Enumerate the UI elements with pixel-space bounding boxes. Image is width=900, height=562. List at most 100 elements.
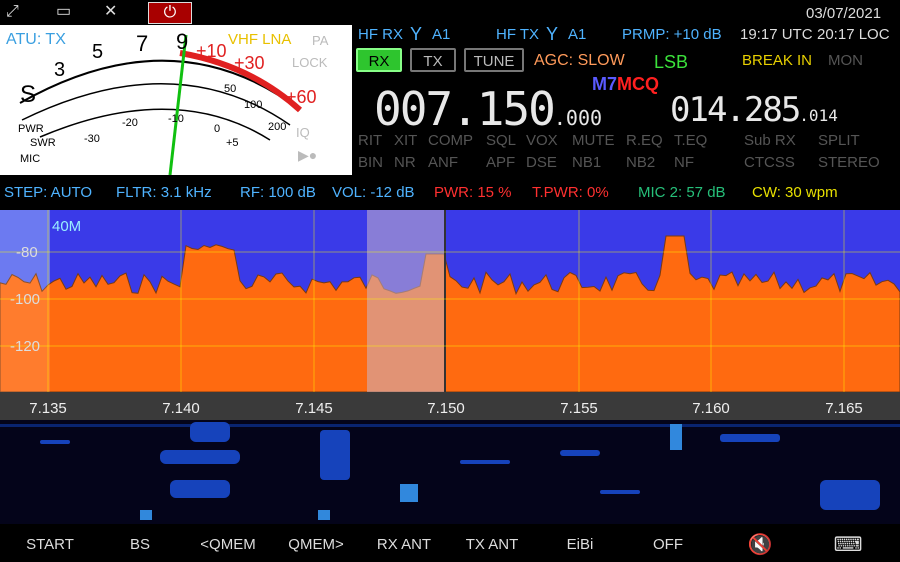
function-mute-button[interactable]: MUTE	[572, 132, 615, 149]
hf-tx-label[interactable]: HF TX	[496, 26, 539, 43]
agc-status[interactable]: AGC: SLOW	[534, 52, 625, 70]
sub-frequency[interactable]: 014.285.014	[670, 90, 838, 130]
alc-scale-200: 200	[268, 121, 287, 133]
freq-tick: 7.150	[427, 400, 465, 417]
pwr-label: PWR	[18, 123, 44, 135]
power-button[interactable]: ⏻	[148, 2, 192, 24]
qmem-next-button[interactable]: QMEM>	[288, 536, 343, 553]
monitor-icon[interactable]: ▭	[56, 4, 71, 20]
function-nf-button[interactable]: NF	[674, 154, 694, 171]
bs-button[interactable]: BS	[130, 536, 150, 553]
main-frequency[interactable]: 007.150.000	[374, 82, 602, 136]
mic-gain-status[interactable]: MIC 2: 57 dB	[638, 184, 726, 201]
break-in-button[interactable]: BREAK IN	[742, 52, 812, 69]
rx-button[interactable]: RX	[356, 48, 402, 72]
pa-label[interactable]: PA	[312, 33, 328, 48]
function-sub-rx-button[interactable]: Sub RX	[744, 132, 796, 149]
volume-status[interactable]: VOL: -12 dB	[332, 184, 415, 201]
swr-label: SWR	[30, 137, 56, 149]
main-frequency-sub: .000	[553, 106, 603, 130]
hf-tx-antenna[interactable]: A1	[568, 26, 586, 43]
local-time: 20:17 LOC	[817, 26, 890, 43]
lock-label[interactable]: LOCK	[292, 55, 327, 70]
fullscreen-icon[interactable]: ⤢	[6, 4, 19, 20]
function-split-button[interactable]: SPLIT	[818, 132, 860, 149]
function-sql-button[interactable]: SQL	[486, 132, 516, 149]
mic-scale-minus30: -30	[84, 133, 100, 145]
mic-scale-0: 0	[214, 123, 221, 135]
sub-frequency-sub: .014	[799, 106, 838, 125]
mode-lsb[interactable]: LSB	[654, 52, 688, 73]
function-ctcss-button[interactable]: CTCSS	[744, 154, 795, 171]
preamp-status[interactable]: PRMP: +10 dB	[622, 26, 722, 43]
function-dse-button[interactable]: DSE	[526, 154, 557, 171]
function-apf-button[interactable]: APF	[486, 154, 515, 171]
db-label-100: -100	[10, 291, 41, 308]
function-bin-button[interactable]: BIN	[358, 154, 383, 171]
hf-rx-antenna[interactable]: A1	[432, 26, 450, 43]
start-button[interactable]: START	[26, 536, 74, 553]
date-display: 03/07/2021	[806, 5, 882, 22]
function-anf-button[interactable]: ANF	[428, 154, 458, 171]
function-nb1-button[interactable]: NB1	[572, 154, 601, 171]
speaker-mute-icon[interactable]: 🔇	[748, 532, 773, 557]
s-scale-plus10: +10	[196, 41, 227, 61]
iq-label[interactable]: IQ	[296, 125, 310, 140]
tx-button[interactable]: TX	[410, 48, 456, 72]
spectrum-panel[interactable]: 40M -80 -100 -120	[0, 210, 900, 392]
mic-label: MIC	[20, 153, 41, 165]
eibi-button[interactable]: EiBi	[567, 536, 594, 553]
function-rit-button[interactable]: RIT	[358, 132, 382, 149]
power-status[interactable]: PWR: 15 %	[434, 184, 512, 201]
function-vox-button[interactable]: VOX	[526, 132, 558, 149]
waterfall-display[interactable]	[0, 420, 900, 524]
function-stereo-button[interactable]: STEREO	[818, 154, 880, 171]
keyboard-icon[interactable]: ⌨	[834, 532, 863, 557]
function-nr-button[interactable]: NR	[394, 154, 416, 171]
off-button[interactable]: OFF	[653, 536, 683, 553]
vhf-lna-label[interactable]: VHF LNA	[228, 31, 291, 48]
s-scale-3: 3	[54, 59, 66, 81]
s-scale-7: 7	[136, 31, 149, 56]
alc-scale-50: 50	[224, 83, 237, 95]
cw-speed-status[interactable]: CW: 30 wpm	[752, 184, 838, 201]
tune-button[interactable]: TUNE	[464, 48, 524, 72]
qmem-prev-button[interactable]: <QMEM	[200, 536, 255, 553]
step-status[interactable]: STEP: AUTO	[4, 184, 92, 201]
atu-status[interactable]: ATU: TX	[6, 31, 66, 49]
function-xit-button[interactable]: XIT	[394, 132, 417, 149]
rx-ant-button[interactable]: RX ANT	[377, 536, 431, 553]
frequency-axis[interactable]: 7.135 7.140 7.145 7.150 7.155 7.160 7.16…	[0, 392, 900, 420]
sub-frequency-value: 014.285	[670, 90, 801, 130]
tools-icon[interactable]: ✕	[104, 4, 117, 20]
utc-time: 19:17 UTC	[740, 26, 813, 43]
filter-status[interactable]: FLTR: 3.1 kHz	[116, 184, 212, 201]
function-comp-button[interactable]: COMP	[428, 132, 473, 149]
s-scale-s: S	[20, 81, 37, 108]
mic-scale-minus20: -20	[122, 117, 138, 129]
db-label-120: -120	[10, 338, 41, 355]
db-label-80: -80	[16, 244, 38, 261]
main-frequency-value: 007.150	[374, 82, 556, 136]
alc-scale-100: 100	[244, 99, 263, 111]
tx-antenna-icon: Y	[546, 24, 559, 44]
function-r-eq-button[interactable]: R.EQ	[626, 132, 663, 149]
freq-tick: 7.145	[295, 400, 333, 417]
rf-gain-status[interactable]: RF: 100 dB	[240, 184, 316, 201]
s-scale-9: 9	[176, 29, 189, 54]
hf-rx-label[interactable]: HF RX	[358, 26, 403, 43]
s-scale-plus30: +30	[234, 53, 265, 73]
callsign-suffix: MCQ	[617, 74, 660, 94]
mic-scale-minus10: -10	[168, 113, 184, 125]
tune-power-status[interactable]: T.PWR: 0%	[532, 184, 609, 201]
power-icon: ⏻	[163, 4, 177, 21]
freq-tick: 7.135	[29, 400, 67, 417]
rx-antenna-icon: Y	[410, 24, 423, 44]
s-scale-5: 5	[92, 41, 104, 63]
band-label: 40M	[52, 218, 82, 235]
function-nb2-button[interactable]: NB2	[626, 154, 655, 171]
play-record-icon[interactable]: ▶●	[298, 147, 317, 164]
function-t-eq-button[interactable]: T.EQ	[674, 132, 707, 149]
tx-ant-button[interactable]: TX ANT	[466, 536, 519, 553]
mon-button[interactable]: MON	[828, 52, 863, 69]
